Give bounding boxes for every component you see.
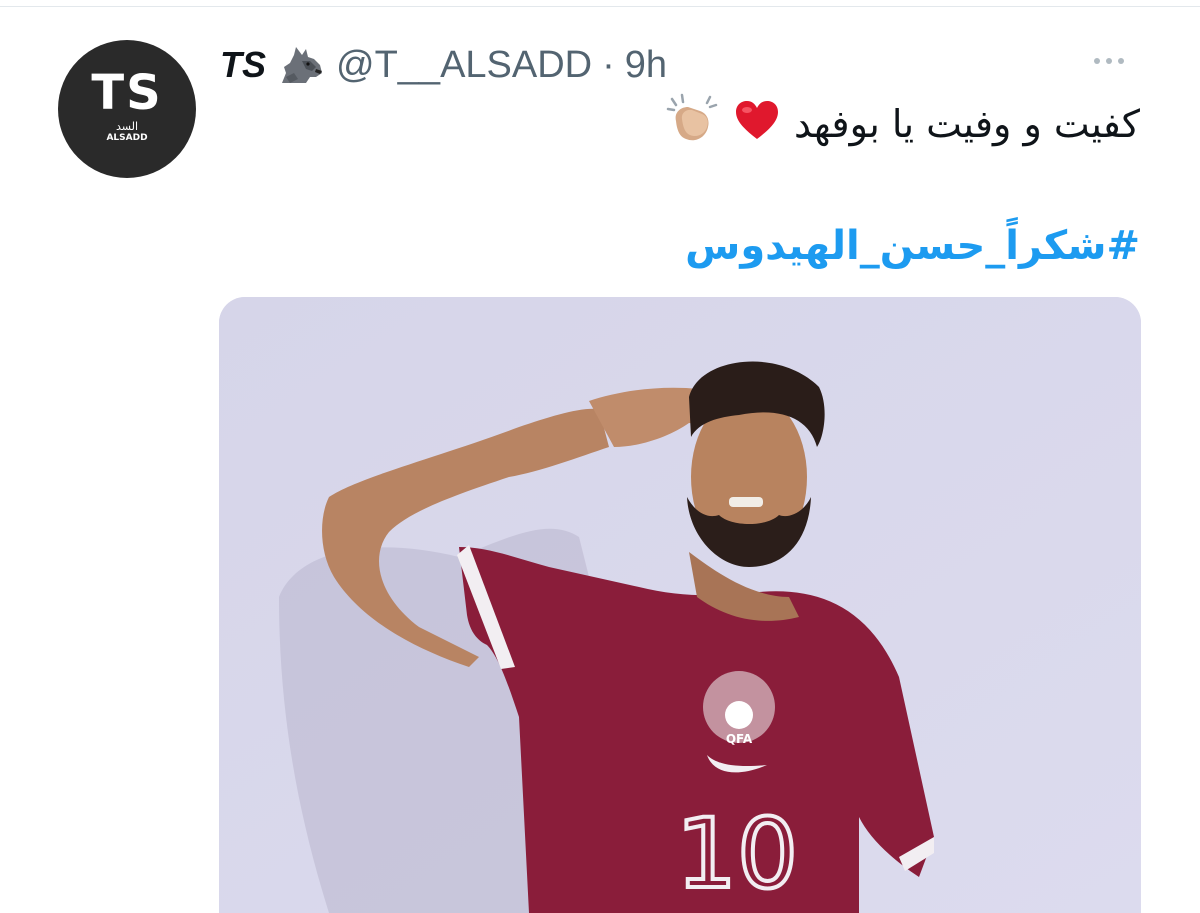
crest-text: QFA (726, 732, 753, 746)
tweet-text: كفيت و وفيت يا بوفهد (793, 102, 1140, 146)
avatar[interactable]: TS السد ALSADD (58, 40, 196, 178)
red-heart-icon (734, 99, 780, 150)
hashtag-link[interactable]: #شكراً_حسن_الهيدوس (685, 214, 1140, 278)
more-options-icon[interactable] (1094, 54, 1128, 68)
avatar-logo-arabic: السد (116, 120, 138, 133)
tweet-time[interactable]: 9h (625, 44, 667, 87)
top-divider (0, 6, 1200, 7)
tweet-text-row: كفيت و وفيت يا بوفهد (666, 92, 1140, 156)
user-handle[interactable]: @T__ALSADD (336, 44, 592, 87)
wolf-icon (276, 43, 326, 87)
clapping-hands-icon (666, 93, 720, 156)
tweet-media-image[interactable]: QFA 10 (219, 297, 1141, 913)
jersey-number: 10 (676, 798, 798, 910)
display-name[interactable]: TS (220, 44, 266, 86)
avatar-logo-letters: TS (91, 65, 163, 121)
avatar-logo-english: ALSADD (106, 133, 148, 143)
tweet-header: TS @T__ALSADD · 9h (220, 40, 667, 90)
separator-dot: · (602, 43, 615, 86)
